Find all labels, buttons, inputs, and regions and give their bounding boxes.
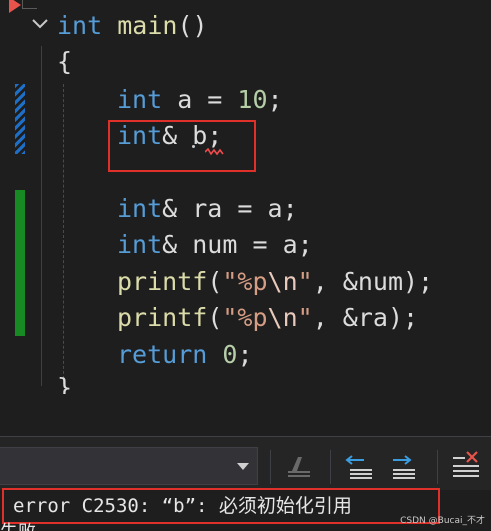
code-token: "%p [222,303,268,332]
code-token: ( [207,267,223,296]
next-error-icon[interactable] [385,449,419,483]
panel-header-area [0,394,491,436]
code-token: "%p [222,267,268,296]
saved-change-marker [15,190,25,336]
code-token: 10 [237,85,268,114]
current-statement-arrow-icon [9,0,21,13]
code-token: () [177,11,208,40]
code-token: 0 [222,340,238,369]
highlight-box [108,120,256,172]
code-token: main [117,11,178,40]
unsaved-change-marker [15,84,25,154]
code-line[interactable]: printf("%p\n", &num); [117,264,433,300]
code-editor[interactable]: int main() { int a = 10; int& b; int& ra… [0,0,491,394]
source-filter-dropdown[interactable] [0,447,258,485]
code-token: printf [117,267,208,296]
code-token: printf [117,303,208,332]
code-line[interactable]: int main() [57,8,208,44]
toolbar-separator [437,450,438,484]
code-token: " [297,303,313,332]
code-token: int [117,85,163,114]
error-message: error C2530: “b”: 必须初始化引用 [13,495,352,517]
code-token: & num = a; [162,230,313,259]
code-token: ( [207,303,223,332]
clear-all-icon[interactable] [449,449,483,483]
toolbar-separator [330,450,331,484]
code-token: \n [267,303,298,332]
previous-error-icon[interactable] [342,449,376,483]
code-token: int [57,11,103,40]
code-token: & ra = a; [162,194,298,223]
code-token: int [117,194,163,223]
indent-guide [63,84,64,384]
closing-brace[interactable]: } [57,370,72,394]
code-token: a = [162,85,238,114]
code-line[interactable]: int& num = a; [117,227,313,263]
indent-guide [41,46,42,386]
next-line-fragment: 失败 [0,518,36,531]
code-line[interactable]: int a = 10; [117,82,283,118]
code-line[interactable]: printf("%p\n", &ra); [117,300,418,336]
chevron-down-icon [237,463,249,470]
code-token: , &ra); [312,303,419,332]
code-token: int [117,230,163,259]
divider [0,436,491,437]
code-line[interactable]: { [57,44,72,80]
code-token: ; [237,340,253,369]
code-token: { [57,47,73,76]
toolbar-separator [270,450,271,484]
scope-bracket [22,0,37,9]
code-token: " [297,267,313,296]
code-line[interactable]: return 0; [117,337,253,373]
chevron-down-icon[interactable] [30,14,50,34]
code-token: return [117,340,208,369]
code-line[interactable]: int& ra = a; [117,191,298,227]
code-token: ; [267,85,283,114]
watermark: CSDN @Bucai_不才 [400,516,485,526]
code-token: \n [267,267,298,296]
clear-icon[interactable] [282,449,316,483]
code-token: , &num); [312,267,434,296]
